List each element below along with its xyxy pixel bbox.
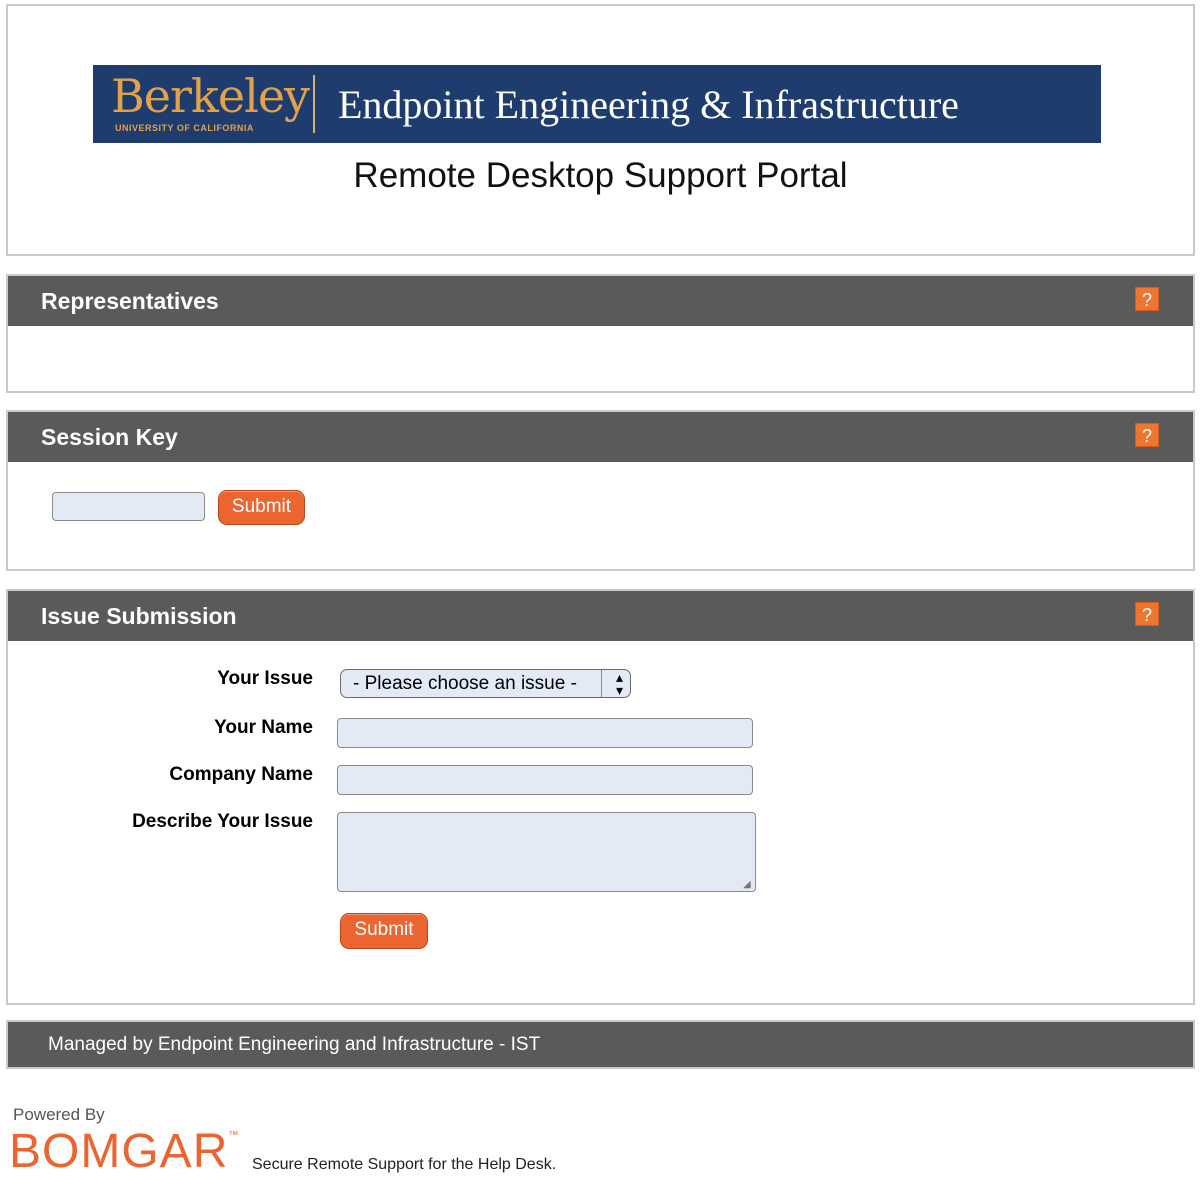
issue-submission-header: Issue Submission ? <box>8 591 1193 641</box>
company-name-input[interactable] <box>337 765 753 795</box>
textarea-resize-handle-icon[interactable]: ◢ <box>743 879 751 890</box>
powered-by-text: Powered By <box>13 1105 105 1124</box>
issue-submission-panel: Issue Submission ? Your Issue - Please c… <box>6 589 1195 1005</box>
bomgar-tagline: Secure Remote Support for the Help Desk. <box>252 1156 557 1173</box>
issue-select[interactable]: - Please choose an issue - ▴ ▾ <box>340 669 631 698</box>
session-key-input[interactable] <box>52 492 205 521</box>
representatives-help-icon[interactable]: ? <box>1135 287 1159 311</box>
managed-by-text: Managed by Endpoint Engineering and Infr… <box>48 1034 541 1055</box>
issue-submission-title: Issue Submission <box>41 603 237 629</box>
portal-header: Berkeley UNIVERSITY OF CALIFORNIA Endpoi… <box>6 4 1195 256</box>
your-name-input[interactable] <box>337 718 753 748</box>
bomgar-logo-text: BOMGAR <box>9 1125 229 1178</box>
representatives-title: Representatives <box>41 288 219 314</box>
berkeley-logo-word: Berkeley <box>111 69 310 123</box>
banner-title: Endpoint Engineering & Infrastructure <box>338 82 959 127</box>
footer-bar: Managed by Endpoint Engineering and Infr… <box>6 1020 1195 1069</box>
banner-divider <box>313 75 315 133</box>
trademark-symbol: ™ <box>228 1130 240 1141</box>
institution-banner: Berkeley UNIVERSITY OF CALIFORNIA Endpoi… <box>93 65 1101 143</box>
session-key-title: Session Key <box>41 424 178 450</box>
berkeley-logo-subtitle: UNIVERSITY OF CALIFORNIA <box>115 123 254 133</box>
describe-issue-textarea[interactable] <box>337 812 756 892</box>
session-key-submit-button[interactable]: Submit <box>218 490 305 525</box>
representatives-header: Representatives ? <box>8 276 1193 326</box>
session-key-help-icon[interactable]: ? <box>1135 423 1159 447</box>
select-divider <box>601 670 602 697</box>
representatives-panel: Representatives ? <box>6 274 1195 393</box>
describe-issue-label: Describe Your Issue <box>132 811 313 832</box>
issue-select-value: - Please choose an issue - <box>353 673 577 694</box>
your-name-label: Your Name <box>214 717 313 738</box>
bomgar-logo[interactable]: BOMGAR™ <box>9 1124 239 1179</box>
session-key-panel: Session Key ? Submit <box>6 410 1195 571</box>
page-title: Remote Desktop Support Portal <box>353 156 848 195</box>
select-arrows-icon: ▴ ▾ <box>615 669 623 698</box>
issue-submission-help-icon[interactable]: ? <box>1135 602 1159 626</box>
issue-submit-button[interactable]: Submit <box>340 913 428 949</box>
your-issue-label: Your Issue <box>217 668 313 689</box>
session-key-header: Session Key ? <box>8 412 1193 462</box>
company-name-label: Company Name <box>169 764 313 785</box>
